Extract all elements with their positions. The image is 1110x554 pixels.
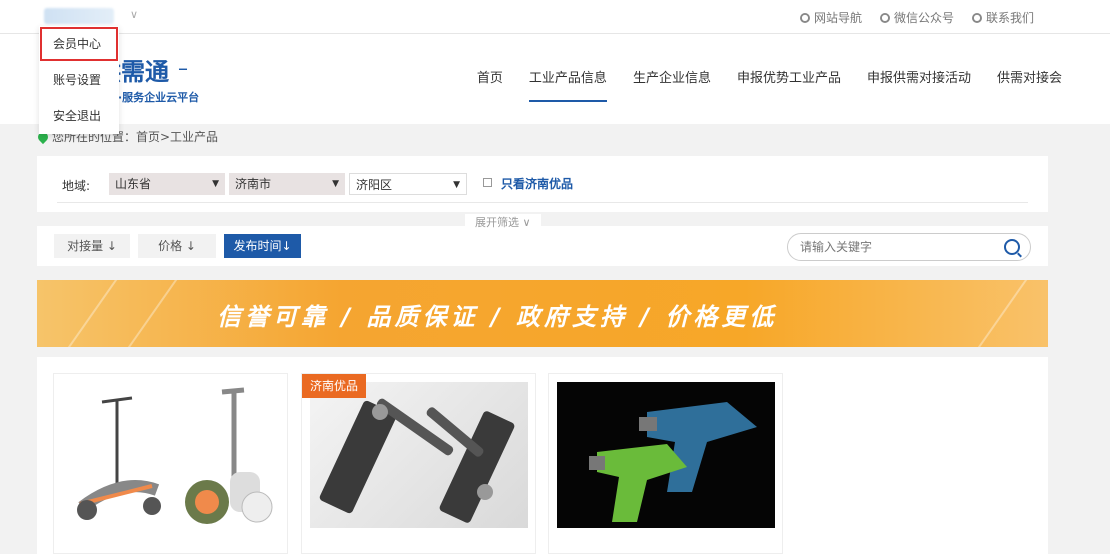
main-nav: 首页 工业产品信息 生产企业信息 申报优势工业产品 申报供需对接活动 供需对接会 <box>477 67 1062 102</box>
divider <box>57 202 1028 203</box>
username-blurred[interactable] <box>44 8 114 24</box>
product-list: 济南优品 <box>37 357 1048 554</box>
search-box <box>787 233 1031 261</box>
nav-industrial-products[interactable]: 工业产品信息 <box>528 67 607 102</box>
logo-dash: – <box>178 56 188 80</box>
product-card[interactable]: 济南优品 <box>301 373 536 554</box>
city-value: 济南市 <box>235 177 272 191</box>
product-card[interactable] <box>548 373 783 554</box>
menu-item-account-settings[interactable]: 账号设置 <box>39 62 119 98</box>
chevron-down-icon[interactable]: ∨ <box>130 8 138 21</box>
expand-filter-toggle[interactable]: 展开筛选 ∨ <box>465 214 541 230</box>
dropdown-arrow-icon: ▼ <box>453 180 460 190</box>
sort-by-price-button[interactable]: 价格 ↓ <box>138 234 216 258</box>
dropdown-arrow-icon: ▼ <box>332 179 339 189</box>
product-image-scooter[interactable] <box>62 382 280 528</box>
nav-declare-activities[interactable]: 申报供需对接活动 <box>867 67 971 96</box>
decorative-stripe <box>52 280 124 347</box>
filter-panel: 地域: 山东省 ▼ 济南市 ▼ 济阳区 ▼ 只看济南优品 <box>37 156 1048 212</box>
jinan-quality-badge: 济南优品 <box>302 374 367 398</box>
sort-bar: 对接量 ↓ 价格 ↓ 发布时间↓ <box>37 226 1048 266</box>
decorative-stripe <box>112 280 184 347</box>
jinan-only-label[interactable]: 只看济南优品 <box>501 175 573 192</box>
nav-enterprises[interactable]: 生产企业信息 <box>633 67 711 96</box>
city-select[interactable]: 济南市 ▼ <box>229 173 345 195</box>
logo-subtitle: ·服务企业云平台 <box>118 91 200 104</box>
site-nav-link[interactable]: ● 网站导航 <box>799 9 862 26</box>
contact-icon: ● <box>971 12 982 23</box>
product-image-door-lock[interactable] <box>310 382 528 528</box>
district-select[interactable]: 济阳区 ▼ <box>349 173 467 195</box>
nav-declare-products[interactable]: 申报优势工业产品 <box>737 67 841 96</box>
compass-icon: ● <box>799 12 810 23</box>
user-dropdown-menu: 会员中心 账号设置 安全退出 <box>39 26 119 134</box>
banner-text: 信誉可靠 / 品质保证 / 政府支持 / 价格更低 <box>217 303 778 331</box>
contact-label[interactable]: 联系我们 <box>986 9 1034 26</box>
search-input[interactable] <box>800 240 990 254</box>
wechat-label[interactable]: 微信公众号 <box>894 9 954 26</box>
product-card[interactable] <box>53 373 288 554</box>
site-header: 供需通 – ·服务企业云平台 首页 工业产品信息 生产企业信息 申报优势工业产品… <box>0 34 1110 124</box>
contact-link[interactable]: ● 联系我们 <box>971 9 1034 26</box>
site-nav-label[interactable]: 网站导航 <box>814 9 862 26</box>
province-value: 山东省 <box>115 177 152 191</box>
district-value: 济阳区 <box>356 178 393 192</box>
product-image-drill[interactable] <box>557 382 775 528</box>
wechat-link[interactable]: ● 微信公众号 <box>879 9 954 26</box>
menu-item-member-center[interactable]: 会员中心 <box>39 26 119 62</box>
promo-banner: 信誉可靠 / 品质保证 / 政府支持 / 价格更低 <box>37 280 1048 347</box>
province-select[interactable]: 山东省 ▼ <box>109 173 225 195</box>
top-bar: ∨ ● 网站导航 ● 微信公众号 ● 联系我们 <box>0 0 1110 34</box>
menu-item-logout[interactable]: 安全退出 <box>39 98 119 134</box>
decorative-stripe <box>962 280 1034 347</box>
nav-home[interactable]: 首页 <box>477 67 503 96</box>
search-icon[interactable] <box>1004 239 1020 255</box>
top-links: ● 网站导航 ● 微信公众号 ● 联系我们 <box>799 9 1034 26</box>
sort-by-publish-time-button[interactable]: 发布时间↓ <box>224 234 301 258</box>
sort-by-connections-button[interactable]: 对接量 ↓ <box>54 234 130 258</box>
region-label: 地域: <box>62 179 91 193</box>
nav-supply-demand-meeting[interactable]: 供需对接会 <box>997 67 1062 96</box>
dropdown-arrow-icon: ▼ <box>212 179 219 189</box>
jinan-only-checkbox[interactable] <box>483 178 492 187</box>
wechat-icon: ● <box>879 12 890 23</box>
